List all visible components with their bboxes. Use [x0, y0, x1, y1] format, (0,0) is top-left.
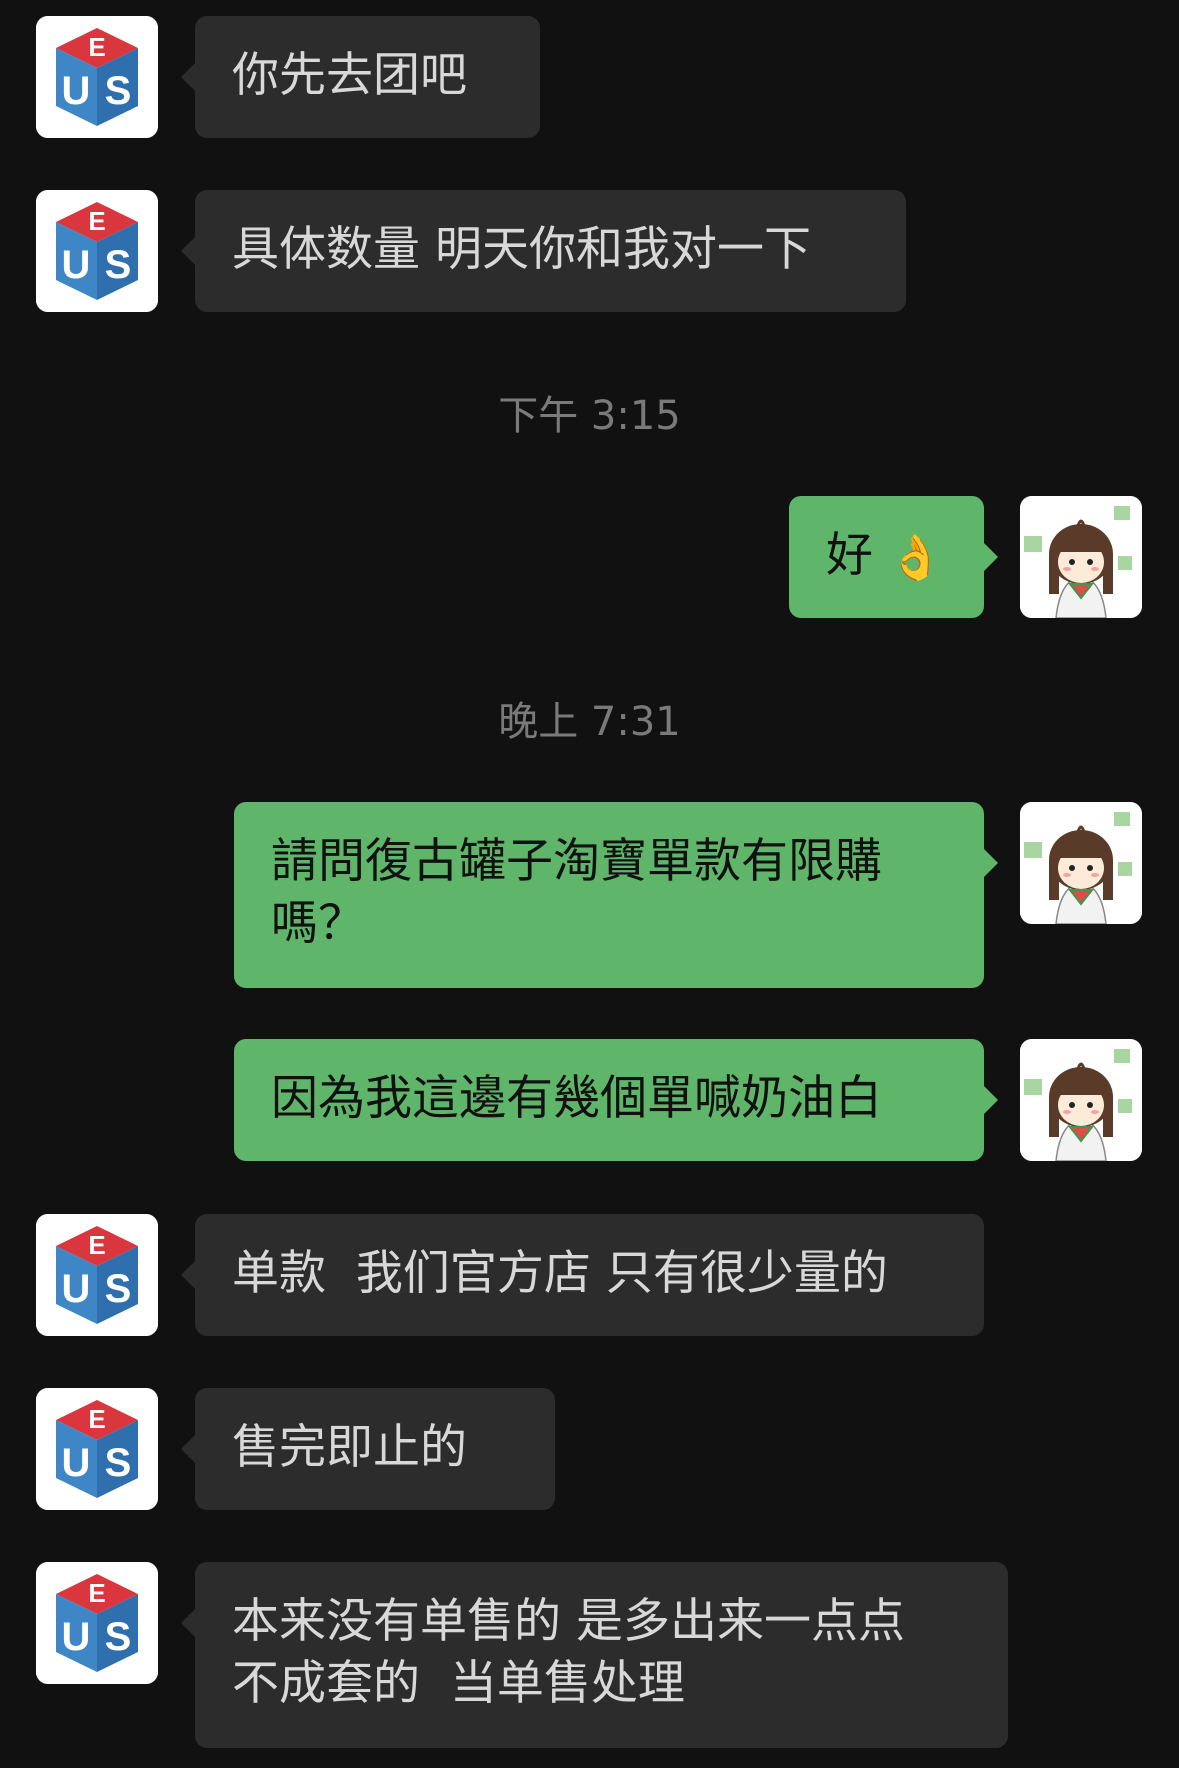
message-text-line: 請問復古罐子淘寶單款有限購	[271, 834, 882, 889]
incoming-message-bubble[interactable]: 具体数量 明天你和我对一下	[181, 190, 906, 312]
eus-logo-icon	[36, 1562, 158, 1684]
incoming-message-bubble[interactable]: 售完即止的	[181, 1388, 555, 1510]
ok-hand-icon: 👌	[887, 532, 943, 584]
message-text-line: 本来没有单售的 是多出来一点点	[232, 1594, 905, 1649]
message-text: 你先去团吧	[232, 48, 467, 103]
contact-avatar[interactable]	[36, 1214, 158, 1336]
contact-avatar[interactable]	[36, 1562, 158, 1684]
eus-logo-icon	[36, 1214, 158, 1336]
self-avatar[interactable]	[1020, 802, 1142, 924]
contact-avatar[interactable]	[36, 190, 158, 312]
timestamp: 晚上 7:31	[498, 699, 681, 745]
cartoon-girl-icon	[1020, 802, 1142, 924]
message-text: 好	[826, 528, 873, 583]
self-avatar[interactable]	[1020, 496, 1142, 618]
message-text: 具体数量 明天你和我对一下	[232, 222, 811, 277]
outgoing-message-bubble[interactable]: 請問復古罐子淘寶單款有限購 嗎？	[234, 802, 998, 988]
self-avatar[interactable]	[1020, 1039, 1142, 1161]
contact-avatar[interactable]	[36, 1388, 158, 1510]
eus-logo-icon	[36, 190, 158, 312]
eus-logo-icon	[36, 16, 158, 138]
outgoing-message-bubble[interactable]: 因為我這邊有幾個單喊奶油白	[234, 1039, 998, 1161]
cartoon-girl-icon	[1020, 496, 1142, 618]
eus-logo-icon	[36, 1388, 158, 1510]
message-text: 单款 我们官方店 只有很少量的	[232, 1246, 888, 1301]
message-text: 售完即止的	[232, 1420, 467, 1475]
incoming-message-bubble[interactable]: 你先去团吧	[181, 16, 540, 138]
message-text-line: 嗎？	[271, 896, 365, 951]
cartoon-girl-icon	[1020, 1039, 1142, 1161]
timestamp: 下午 3:15	[498, 393, 681, 439]
outgoing-message-bubble[interactable]: 好 👌	[789, 496, 998, 618]
incoming-message-bubble[interactable]: 本来没有单售的 是多出来一点点 不成套的 当单售处理	[181, 1562, 1008, 1748]
contact-avatar[interactable]	[36, 16, 158, 138]
incoming-message-bubble[interactable]: 单款 我们官方店 只有很少量的	[181, 1214, 984, 1336]
message-text-line: 不成套的 当单售处理	[232, 1656, 685, 1711]
message-text: 因為我這邊有幾個單喊奶油白	[271, 1071, 882, 1126]
